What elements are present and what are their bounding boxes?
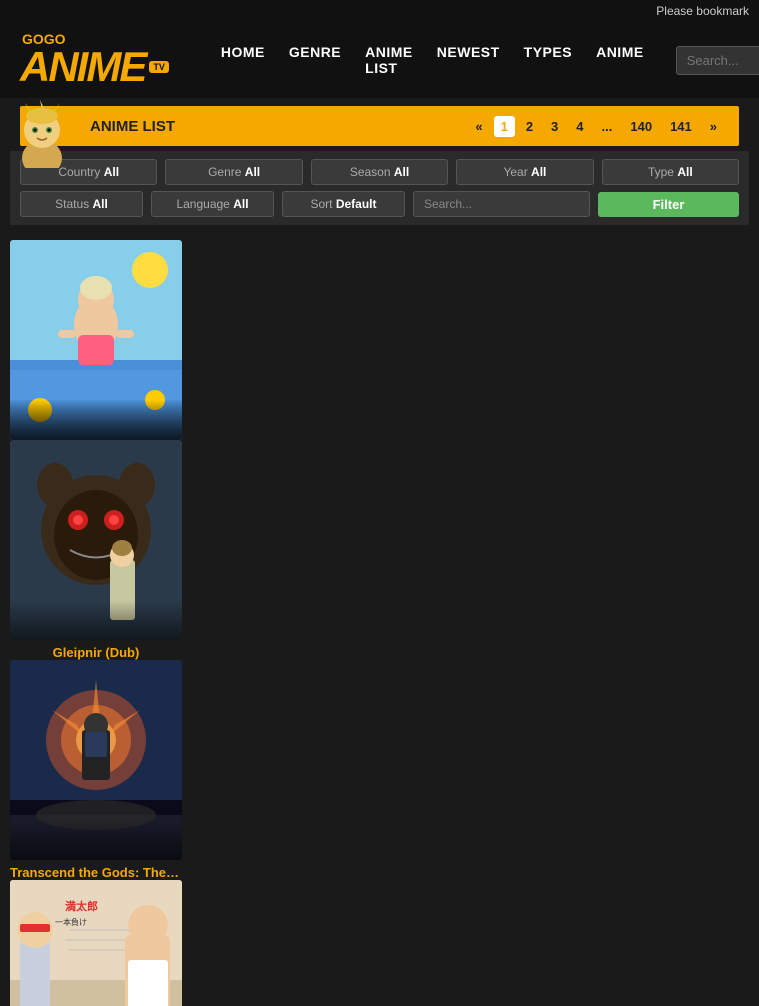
anime-card[interactable]: 満太郎 一本負け Ippon Bochou Mantarou: [10, 880, 182, 1006]
filter-sort[interactable]: Sort Default: [282, 191, 405, 217]
filter-genre[interactable]: Genre All: [165, 159, 302, 185]
filter-row-1: Country All Genre All Season All Year Al…: [20, 159, 739, 185]
header-search-area: [676, 46, 759, 75]
pagination-page-4[interactable]: 4: [569, 116, 590, 137]
logo-anime-text: ANiME: [20, 46, 145, 88]
filter-button[interactable]: Filter: [598, 192, 739, 217]
anime-card[interactable]: Gleipnir (Dub): [10, 440, 182, 660]
card-overlay: [10, 600, 182, 640]
card-overlay: [10, 820, 182, 860]
anime-list-header: ANIME LIST « 1 2 3 4 ... 140 141 »: [20, 106, 739, 146]
card-overlay: [10, 400, 182, 440]
pagination: « 1 2 3 4 ... 140 141 »: [468, 116, 724, 137]
anime-card-title: Transcend the Gods: The Sun: [10, 865, 182, 880]
filter-row-2: Status All Language All Sort Default Fil…: [20, 191, 739, 217]
character-avatar-icon: [10, 98, 75, 168]
filter-search-input[interactable]: [413, 191, 590, 217]
svg-text:一本負け: 一本負け: [55, 917, 87, 927]
pagination-page-1[interactable]: 1: [494, 116, 515, 137]
anime-card-title: Gleipnir (Dub): [10, 645, 182, 660]
pagination-page-141[interactable]: 141: [663, 116, 699, 137]
pagination-page-2[interactable]: 2: [519, 116, 540, 137]
header: GOGO ANiME TV HOME GENRE ANIME LIST NEWE…: [0, 22, 759, 98]
card-art-4: 満太郎 一本負け: [10, 880, 182, 1006]
filter-type[interactable]: Type All: [602, 159, 739, 185]
nav-anime[interactable]: ANIME: [594, 39, 646, 81]
filter-language[interactable]: Language All: [151, 191, 274, 217]
anime-card[interactable]: Dance In the Vampire Bund: [10, 240, 182, 1006]
anime-thumbnail: Dance In the Vampire Bund: [10, 240, 182, 440]
nav-genre[interactable]: GENRE: [287, 39, 343, 81]
top-bar: Please bookmark: [0, 0, 759, 22]
pagination-page-3[interactable]: 3: [544, 116, 565, 137]
anime-list-title: ANIME LIST: [90, 118, 175, 135]
nav-newest[interactable]: NEWEST: [435, 39, 502, 81]
nav-home[interactable]: HOME: [219, 39, 267, 81]
svg-text:満太郎: 満太郎: [65, 899, 98, 913]
nav-types[interactable]: TYPES: [522, 39, 574, 81]
logo-tv-badge: TV: [149, 61, 169, 73]
anime-thumbnail: [10, 660, 182, 860]
anime-card[interactable]: Transcend the Gods: The Sun: [10, 660, 182, 880]
pagination-page-140[interactable]: 140: [623, 116, 659, 137]
anime-list-section: ANIME LIST « 1 2 3 4 ... 140 141 »: [10, 106, 749, 146]
character-banner: [10, 98, 75, 168]
header-search-input[interactable]: [676, 46, 759, 75]
main-nav: HOME GENRE ANIME LIST NEWEST TYPES ANIME: [219, 39, 646, 81]
filter-year[interactable]: Year All: [456, 159, 593, 185]
bookmark-message: Please bookmark: [656, 4, 749, 18]
pagination-ellipsis: ...: [595, 116, 620, 137]
pagination-prev[interactable]: «: [468, 116, 489, 137]
logo[interactable]: GOGO ANiME TV: [20, 32, 169, 88]
nav-anime-list[interactable]: ANIME LIST: [363, 39, 415, 81]
filter-status[interactable]: Status All: [20, 191, 143, 217]
anime-grid: Dance In the Vampire Bund: [0, 230, 759, 1006]
anime-thumbnail: [10, 440, 182, 640]
filter-season[interactable]: Season All: [311, 159, 448, 185]
pagination-next[interactable]: »: [703, 116, 724, 137]
anime-thumbnail: 満太郎 一本負け: [10, 880, 182, 1006]
filters-section: Country All Genre All Season All Year Al…: [10, 151, 749, 225]
